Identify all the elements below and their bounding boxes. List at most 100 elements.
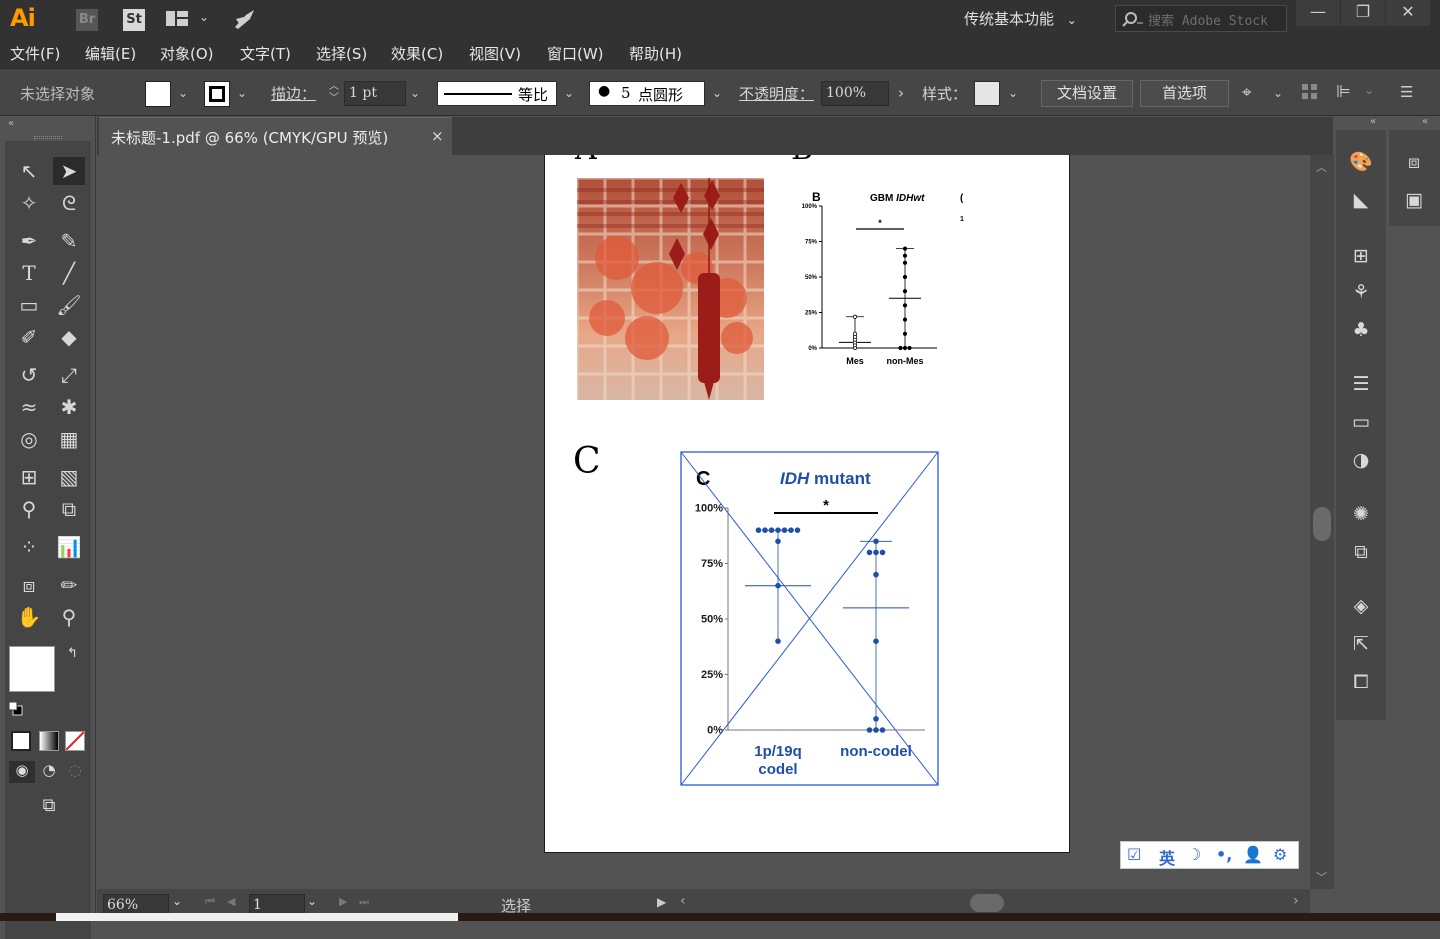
distribute-icon[interactable]: ⊫ [1336, 82, 1351, 102]
ime-logo-icon[interactable]: ☑ [1127, 845, 1141, 864]
gradient-panel-icon[interactable]: ▭ [1346, 408, 1376, 436]
screen-mode-icon[interactable]: ⧉ [33, 795, 65, 819]
stroke-label[interactable]: 描边： [271, 83, 316, 104]
minimize-button[interactable]: — [1296, 0, 1340, 26]
hscroll-left-icon[interactable]: ‹ [680, 893, 686, 909]
ime-punctuation-icon[interactable]: •, [1216, 845, 1232, 864]
stroke-weight-field[interactable]: 1 pt [344, 81, 406, 106]
fill-dropdown[interactable]: ⌄ [172, 81, 194, 105]
collapse-dock-icon[interactable]: « [1422, 116, 1428, 127]
chart-c-idh-mutant[interactable]: C IDH mutant 100%75%50%25%0%1p/19qcodeln… [680, 451, 940, 787]
ime-settings-icon[interactable]: ⚙ [1273, 845, 1287, 864]
fill-color-box[interactable] [9, 646, 55, 692]
shape-builder-tool-icon[interactable]: ◎ [13, 425, 45, 453]
prev-artboard-icon[interactable]: ◀ [227, 895, 235, 908]
gradient-tool-icon[interactable]: ▧ [53, 463, 85, 491]
blend-tool-icon[interactable]: ⧉ [53, 495, 85, 523]
menu-file[interactable]: 文件(F) [10, 43, 60, 64]
chart-b-gbm-idhwt[interactable]: B GBM IDHwt ( 1 100% 75% 50% 25% 0% Mes non-Me… [800, 186, 975, 386]
chevron-down-icon[interactable]: ⌄ [199, 10, 209, 24]
arrange-documents-icon[interactable] [166, 10, 190, 28]
last-artboard-icon[interactable]: ⏭ [359, 895, 369, 909]
align-to-icon[interactable]: ⌖ [1242, 83, 1252, 103]
rotate-tool-icon[interactable]: ↺ [13, 361, 45, 389]
transparency-icon[interactable]: ◑ [1346, 446, 1376, 474]
style-swatch[interactable] [974, 81, 1000, 106]
scroll-thumb[interactable] [1313, 507, 1331, 541]
panel-grip[interactable] [34, 136, 62, 139]
selection-tool-icon[interactable]: ↖ [13, 157, 45, 185]
transform-icon[interactable]: ⧉ [1346, 538, 1376, 566]
eyedropper-tool-icon[interactable]: ⚲ [13, 495, 45, 523]
default-colors-icon[interactable] [8, 701, 23, 716]
stock-search-input[interactable]: 搜索 Adobe Stock [1115, 5, 1287, 32]
puppet-warp-tool-icon[interactable]: ✱ [53, 393, 85, 421]
rectangle-tool-icon[interactable]: ▭ [13, 291, 45, 319]
photo-image[interactable] [577, 178, 764, 400]
column-graph-tool-icon[interactable]: 📊 [53, 533, 85, 561]
type-tool-icon[interactable]: T [13, 259, 45, 287]
isolate-icon[interactable] [1302, 84, 1318, 104]
close-window-button[interactable]: ✕ [1386, 0, 1430, 26]
perspective-grid-tool-icon[interactable]: ▦ [53, 425, 85, 453]
symbol-sprayer-tool-icon[interactable]: ⁘ [13, 533, 45, 561]
stroke-dropdown[interactable]: ⌄ [231, 81, 253, 105]
fill-swatch[interactable] [145, 81, 171, 107]
direct-selection-tool-icon[interactable]: ➤ [53, 157, 85, 185]
next-artboard-icon[interactable]: ▶ [339, 895, 347, 908]
pen-tool-icon[interactable]: ✒ [13, 227, 45, 255]
opacity-field[interactable]: 100% [821, 81, 889, 106]
style-dropdown[interactable]: ⌄ [1002, 81, 1024, 105]
draw-normal-icon[interactable]: ◉ [9, 761, 35, 783]
first-artboard-icon[interactable]: ⏮ [205, 895, 215, 909]
variable-width-profile[interactable]: 等比 [437, 81, 557, 106]
stroke-panel-icon[interactable]: ☰ [1346, 370, 1376, 398]
hscroll-right-icon[interactable]: › [1293, 893, 1299, 909]
ime-user-icon[interactable]: 👤 [1243, 845, 1263, 864]
preferences-button[interactable]: 首选项 [1140, 80, 1229, 107]
stroke-stepper[interactable]: ︿ ﹀ [326, 81, 342, 107]
width-tool-icon[interactable]: ≈ [13, 393, 45, 421]
appearance-icon[interactable]: ✺ [1346, 500, 1376, 528]
menu-window[interactable]: 窗口(W) [547, 43, 604, 64]
brush-definition[interactable]: ● 5 点圆形 [589, 81, 705, 106]
ime-halfwidth-icon[interactable]: ☽ [1187, 845, 1201, 864]
gpu-performance-icon[interactable] [232, 7, 258, 35]
ime-language[interactable]: 英 [1159, 845, 1175, 869]
symbols-icon[interactable]: ⊞ [1346, 242, 1376, 270]
menu-edit[interactable]: 编辑(E) [85, 43, 136, 64]
gradient-mode-icon[interactable] [39, 731, 59, 751]
paintbrush-tool-icon[interactable]: 🖌 [53, 291, 85, 319]
libraries-icon[interactable]: ⧈ [1399, 148, 1429, 176]
mesh-tool-icon[interactable]: ⊞ [13, 463, 45, 491]
scroll-down-icon[interactable]: ﹀ [1316, 869, 1327, 885]
stroke-weight-dropdown[interactable]: ⌄ [404, 81, 426, 105]
curvature-tool-icon[interactable]: ✎ [53, 227, 85, 255]
vertical-scrollbar[interactable]: ︿ ﹀ [1310, 155, 1334, 889]
hand-tool-icon[interactable]: ✋ [13, 603, 45, 631]
collapse-panel-icon[interactable]: « [8, 118, 14, 129]
artboard-tool-icon[interactable]: ⧈ [13, 571, 45, 599]
artboards-icon[interactable]: ⧠ [1346, 668, 1376, 696]
magic-wand-tool-icon[interactable]: ✧ [13, 189, 45, 217]
graphic-styles-icon[interactable]: ♣ [1346, 316, 1376, 344]
profile-dropdown[interactable]: ⌄ [558, 81, 580, 105]
zoom-tool-icon[interactable]: ⚲ [53, 603, 85, 631]
bridge-button[interactable]: Br [76, 9, 98, 31]
workspace-switcher[interactable]: 传统基本功能 ⌄ [964, 8, 1077, 29]
document-tab[interactable]: 未标题-1.pdf @ 66% (CMYK/GPU 预览) × [99, 117, 452, 155]
brush-dropdown[interactable]: ⌄ [706, 81, 728, 105]
taskbar-search[interactable] [56, 913, 458, 921]
scroll-up-icon[interactable]: ︿ [1316, 159, 1327, 175]
color-guide-icon[interactable]: 🎨 [1346, 148, 1376, 176]
restore-button[interactable]: ❐ [1341, 0, 1385, 26]
opacity-arrow[interactable]: › [890, 81, 912, 105]
opacity-label[interactable]: 不透明度： [739, 83, 814, 104]
menu-effect[interactable]: 效果(C) [391, 43, 443, 64]
line-tool-icon[interactable]: ╱ [53, 259, 85, 287]
none-mode-icon[interactable] [65, 731, 85, 751]
stroke-swatch[interactable] [204, 81, 230, 107]
eraser-tool-icon[interactable]: ◆ [53, 323, 85, 351]
chevron-down-icon[interactable]: ⌄ [1364, 83, 1374, 97]
export-icon[interactable]: ⇱ [1346, 630, 1376, 658]
